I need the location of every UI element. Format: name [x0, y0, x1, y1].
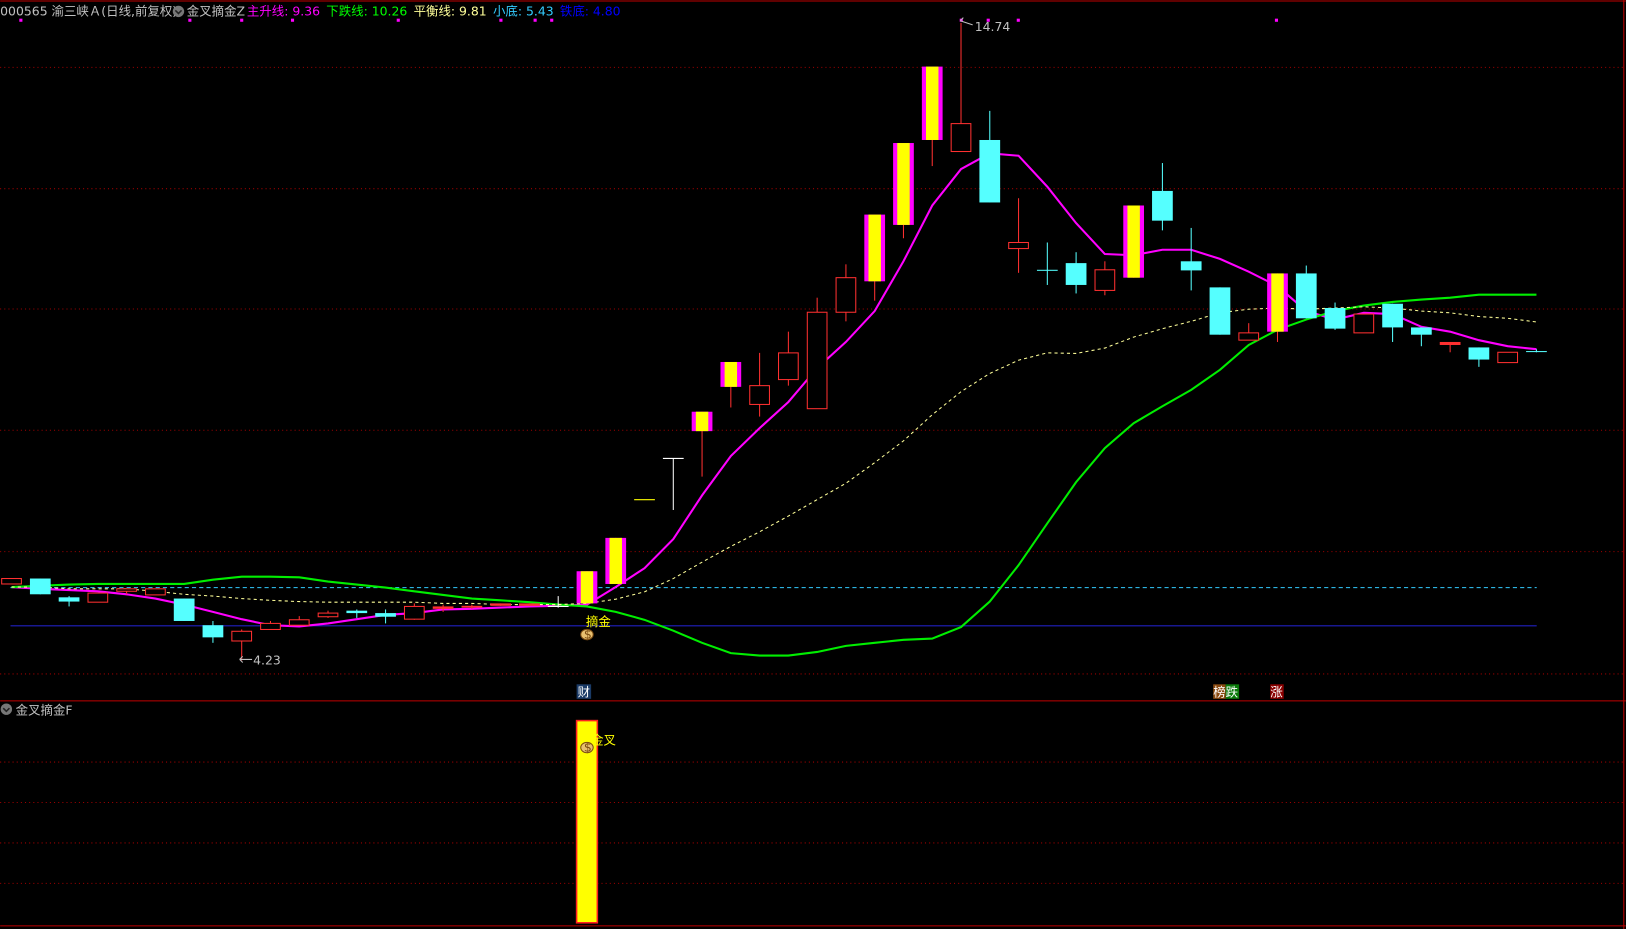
candle-body: [1497, 351, 1519, 364]
candle: [893, 143, 914, 239]
candle-body: [1324, 308, 1346, 329]
header-value: 铁底: 4.80: [560, 4, 621, 19]
candle-body: [260, 622, 281, 630]
signal-dot: [188, 18, 192, 22]
candle-body: [87, 592, 109, 603]
candle-body: [979, 139, 1001, 203]
candle-body: [1152, 190, 1173, 221]
candle: [490, 603, 512, 606]
svg-text:14.74: 14.74: [975, 19, 1011, 34]
candle-body: [375, 613, 396, 617]
bang-badge: 榜: [1213, 684, 1226, 700]
cai-badge: 财: [576, 684, 592, 700]
candle-body: [950, 123, 972, 153]
candle-body: [1526, 351, 1547, 353]
candle: [1123, 205, 1145, 278]
candle-body: [1295, 273, 1317, 319]
candle-body: [231, 630, 253, 642]
signal-dot: [1016, 18, 1020, 22]
candle-body: [145, 588, 166, 596]
candle: [87, 592, 109, 603]
signal-dot: [499, 18, 503, 22]
candle-body: [1094, 269, 1116, 291]
candle-body: [29, 578, 51, 595]
candle-body: [1353, 313, 1375, 334]
candle: [806, 297, 828, 410]
kline-chart[interactable]: 000565 渝三峡Ａ(日线,前复权) 金叉摘金Z 主升线: 9.36 下跌线: …: [0, 0, 1626, 929]
svg-text:4.23: 4.23: [253, 653, 281, 668]
candle-body: [1382, 303, 1403, 328]
candle-body: [1238, 332, 1260, 341]
signal-dot: [240, 18, 244, 22]
candle-body: [58, 597, 80, 602]
candle-body: [317, 612, 339, 618]
signal-dot: [396, 18, 400, 22]
candle-body: [1065, 263, 1087, 285]
candle-body: [461, 605, 483, 608]
candle: [605, 537, 627, 584]
candle-body: [288, 619, 310, 626]
signal-dot: [290, 18, 295, 22]
header-value: 下跌线: 10.26: [326, 4, 407, 19]
candle: [1353, 313, 1375, 334]
candle-body: [202, 625, 224, 638]
stock-title: 000565 渝三峡Ａ(日线,前复权): [0, 4, 177, 19]
candle-body: [1209, 287, 1231, 335]
candle: [1, 578, 22, 585]
collapse-icon[interactable]: [172, 5, 185, 18]
candle: [1209, 287, 1231, 335]
header-value: 小底: 5.43: [493, 4, 554, 19]
svg-text:$: $: [584, 627, 592, 642]
candle-body: [1008, 241, 1029, 250]
candle-body: [1, 578, 22, 585]
candle-body: [778, 352, 799, 381]
svg-text:涨: 涨: [1270, 685, 1283, 700]
candle-body: [1410, 327, 1432, 335]
svg-text:跌: 跌: [1226, 685, 1239, 700]
indicator-name: 金叉摘金Z: [187, 4, 245, 19]
candle-body: [1180, 261, 1202, 271]
candle-body: [403, 605, 425, 620]
sub-indicator-name: 金叉摘金F: [16, 702, 73, 717]
svg-text:财: 财: [578, 685, 590, 700]
signal-dot: [19, 18, 23, 22]
candle-body: [835, 277, 857, 313]
candle-body: [1439, 341, 1461, 346]
zhang-badge: 涨: [1270, 684, 1284, 700]
candle-body: [432, 606, 454, 609]
candle: [1497, 351, 1519, 364]
candle-body: [346, 610, 368, 614]
candle: [519, 603, 540, 606]
candle: [576, 571, 598, 604]
candle-body: [490, 603, 512, 606]
header-value: 平衡线: 9.81: [414, 4, 487, 19]
die-badge: 跌: [1225, 684, 1240, 700]
header-value: 主升线: 9.36: [247, 4, 320, 19]
golden-cross-label: 金叉: [591, 732, 616, 747]
candle-body: [116, 588, 137, 592]
candle-body: [173, 598, 195, 621]
candle-body: [749, 385, 770, 405]
candle: [173, 598, 195, 621]
signal-dot: [533, 18, 537, 22]
candle-body: [519, 603, 540, 606]
indicator-values: 主升线: 9.36 下跌线: 10.26 平衡线: 9.81 小底: 5.43 铁底: …: [247, 4, 621, 19]
candle: [1295, 265, 1317, 319]
signal-dot: [550, 18, 554, 22]
candle-body: [1036, 269, 1058, 271]
signal-dot: [1274, 18, 1279, 22]
candle-body: [806, 311, 828, 410]
svg-text:榜: 榜: [1213, 685, 1225, 700]
collapse-icon[interactable]: [0, 703, 13, 715]
candle-body: [1468, 347, 1490, 360]
svg-text:$: $: [584, 740, 592, 755]
candle: [29, 578, 51, 595]
candle: [145, 588, 166, 596]
indicator-toggle[interactable]: [172, 5, 185, 18]
